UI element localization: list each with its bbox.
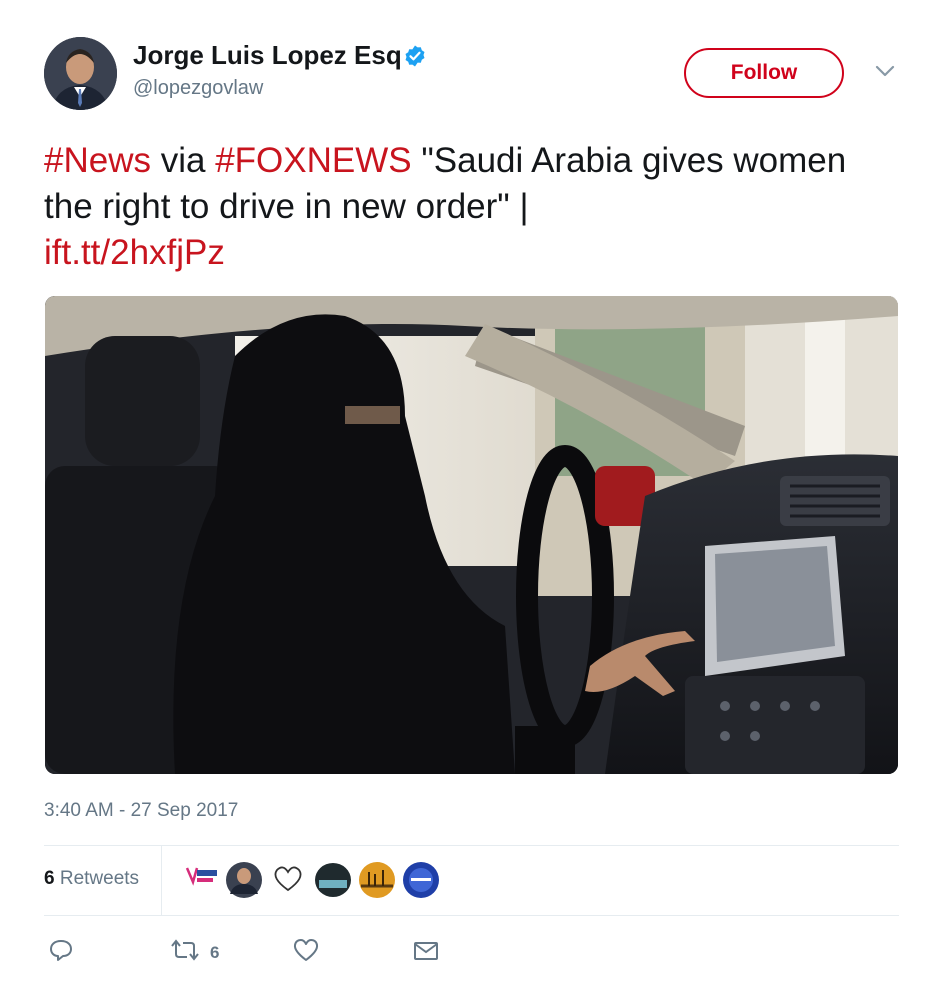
like-icon xyxy=(292,938,320,967)
reply-button[interactable] xyxy=(48,938,74,967)
reply-icon xyxy=(48,938,74,967)
retweeter-avatars xyxy=(183,860,453,900)
tweet-url-link[interactable]: ift.tt/2hxfjPz xyxy=(44,233,225,272)
retweeter-avatar[interactable] xyxy=(359,862,395,898)
divider xyxy=(44,915,899,916)
verified-badge-icon xyxy=(403,44,427,68)
tweet-text: #News via #FOXNEWS "Saudi Arabia gives w… xyxy=(44,138,904,276)
divider xyxy=(44,845,899,846)
tweet-photo[interactable] xyxy=(45,296,898,774)
retweet-icon xyxy=(170,938,200,967)
retweeter-avatar[interactable] xyxy=(185,864,219,892)
hashtag-news-link[interactable]: #News xyxy=(44,141,151,180)
retweeter-avatar[interactable] xyxy=(274,866,302,892)
follow-button[interactable]: Follow xyxy=(684,48,844,98)
retweets-number: 6 xyxy=(44,868,55,889)
retweeter-avatar[interactable] xyxy=(226,862,262,898)
message-button[interactable] xyxy=(413,940,439,967)
like-button[interactable] xyxy=(292,938,320,967)
tweet-timestamp[interactable]: 3:40 AM - 27 Sep 2017 xyxy=(44,800,238,822)
author-avatar[interactable] xyxy=(44,37,117,110)
retweets-count[interactable]: 6 Retweets xyxy=(44,868,139,890)
chevron-down-icon[interactable] xyxy=(874,64,896,78)
tweet-via-text: via xyxy=(150,141,216,180)
retweeter-avatar[interactable] xyxy=(403,862,439,898)
retweets-separator xyxy=(161,845,162,915)
retweeter-avatar[interactable] xyxy=(315,863,351,897)
author-name[interactable]: Jorge Luis Lopez Esq xyxy=(133,40,402,71)
retweets-label: Retweets xyxy=(59,868,140,889)
message-icon xyxy=(413,940,439,967)
retweet-count: 6 xyxy=(210,942,220,962)
retweet-button[interactable]: 6 xyxy=(170,938,219,967)
hashtag-foxnews-link[interactable]: #FOXNEWS xyxy=(215,141,411,180)
author-handle[interactable]: @lopezgovlaw xyxy=(133,77,263,100)
